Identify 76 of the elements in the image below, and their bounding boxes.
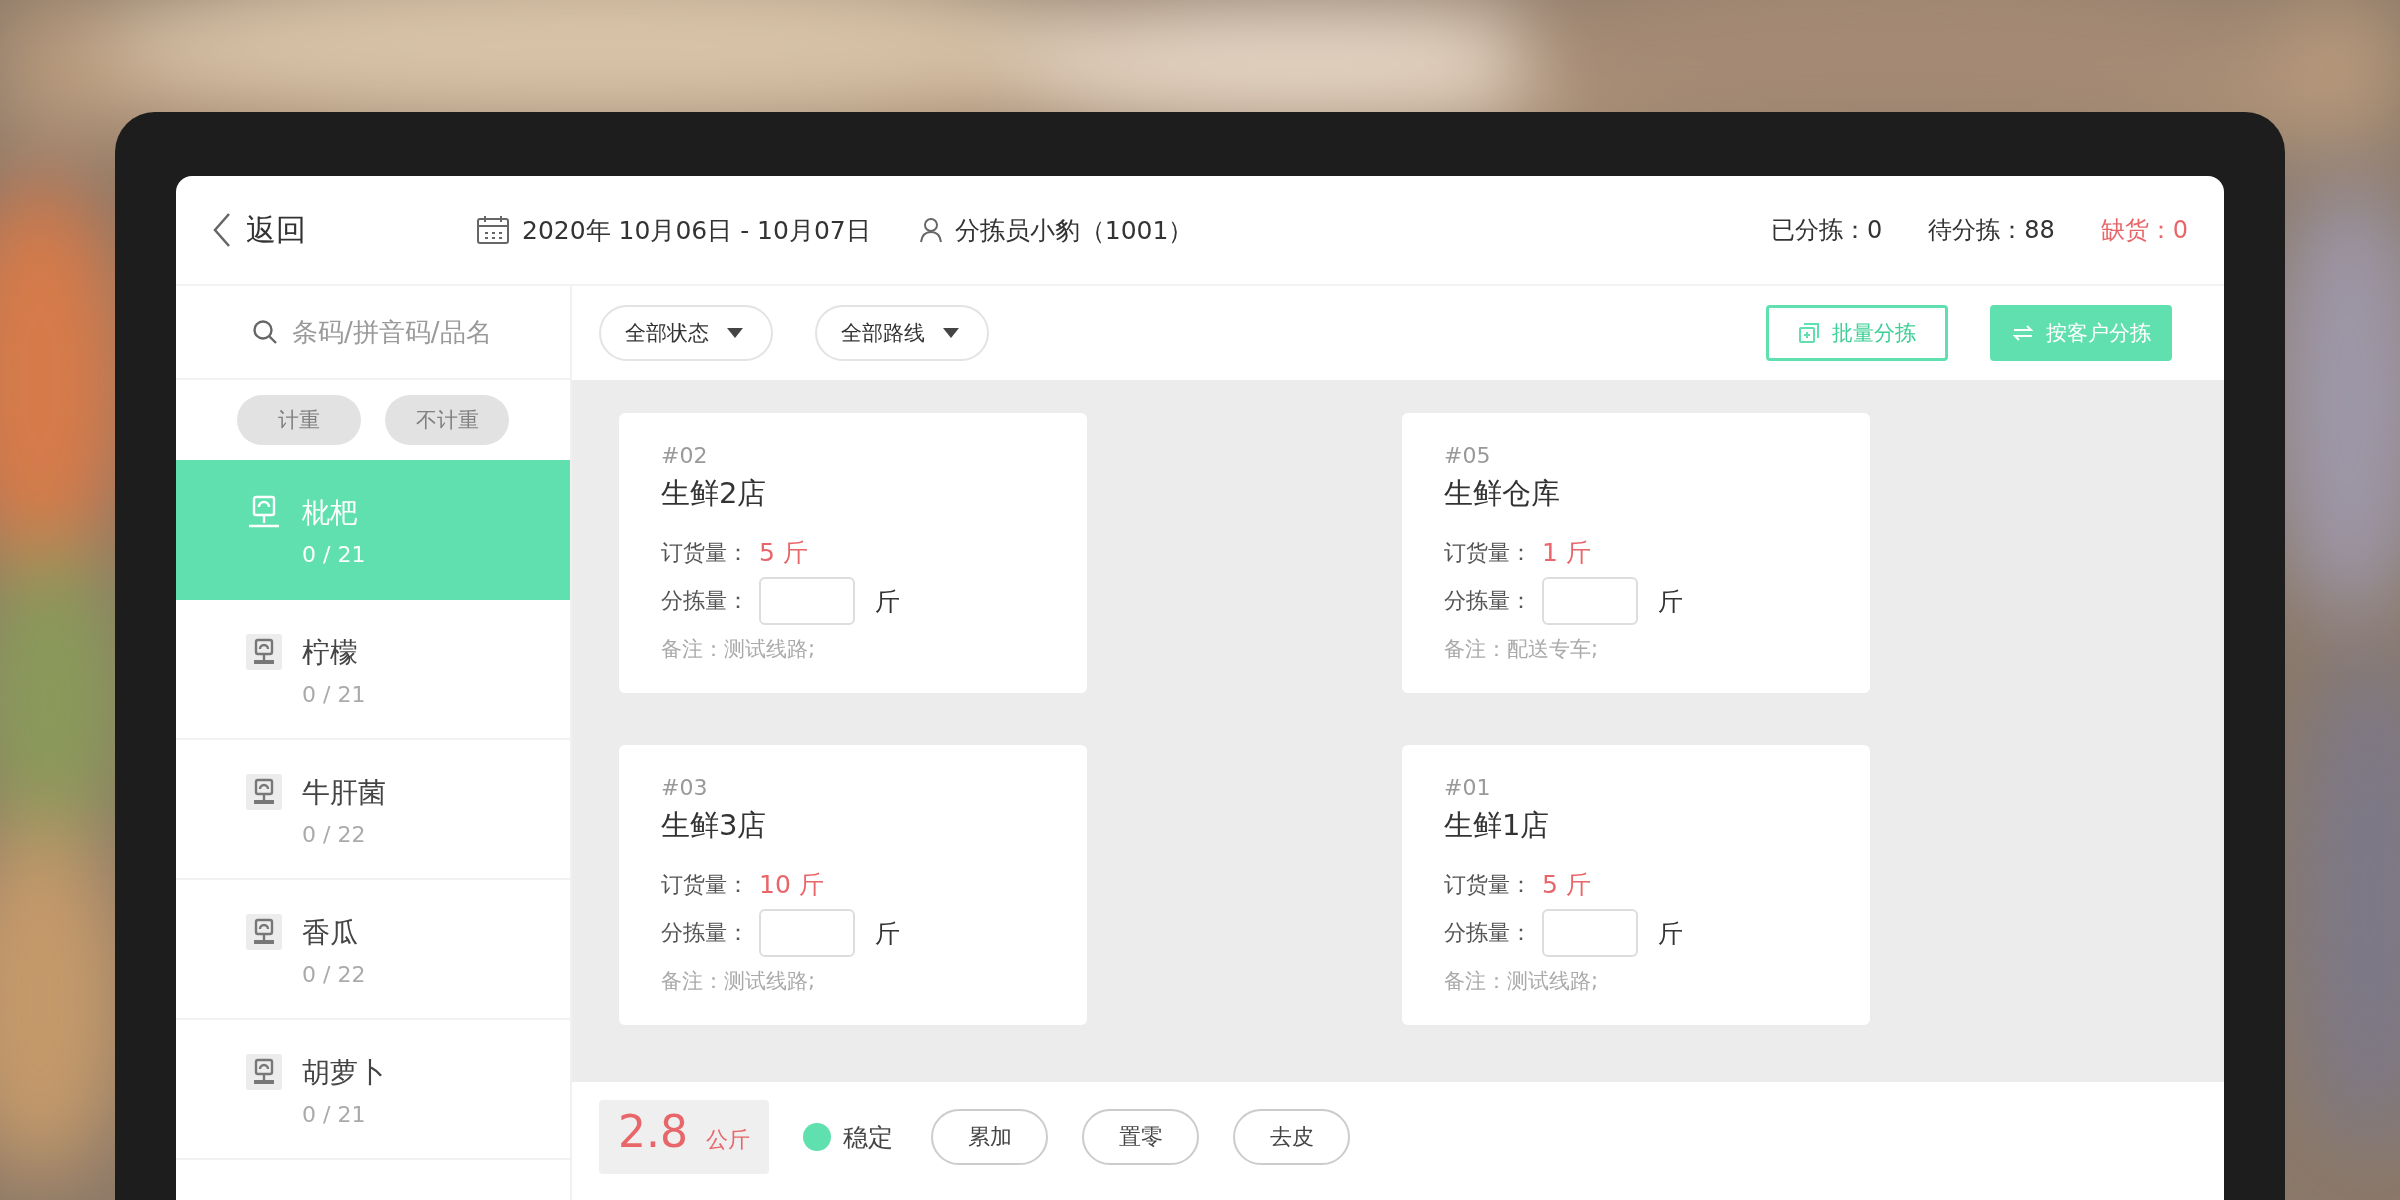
scale-button[interactable]: 累加	[931, 1109, 1048, 1165]
product-progress: 0 / 21	[302, 682, 366, 707]
scale-icon	[246, 634, 282, 670]
product-name: 胡萝卜	[302, 1055, 386, 1091]
weight-unit: 公斤	[706, 1126, 750, 1154]
quantity-field[interactable]	[759, 909, 855, 957]
date-range[interactable]: 2020年 10月06日 - 10月07日	[522, 213, 871, 247]
unit-label: 斤	[1658, 585, 1683, 618]
unit-label: 斤	[875, 585, 900, 618]
stat-label: 缺货：0	[2100, 215, 2188, 246]
product-name: 枇杷	[302, 495, 359, 531]
product-item[interactable]: 牛肝菌 0 / 22	[176, 740, 570, 880]
product-name: 香瓜	[302, 915, 359, 951]
field-label: 分拣量：	[1444, 919, 1532, 947]
weight-reading: 2.8	[618, 1106, 688, 1157]
order-number: #03	[661, 775, 709, 800]
field-label: 分拣量：	[1444, 587, 1532, 615]
caret-icon	[943, 328, 959, 338]
order-note: 备注：测试线路;	[661, 968, 817, 995]
quantity-field[interactable]	[759, 577, 855, 625]
scale-button[interactable]: 去皮	[1233, 1109, 1350, 1165]
order-note: 备注：测试线路;	[1444, 968, 1600, 995]
stat-label: 已分拣：0	[1770, 215, 1883, 246]
field-label: 订货量：	[1444, 870, 1532, 899]
customer-name: 生鲜1店	[1444, 807, 1551, 844]
order-card[interactable]: #02 生鲜2店 订货量： 5 斤 分拣量： 斤 备注：测试线路;	[619, 413, 1087, 693]
order-quantity: 1 斤	[1542, 537, 1591, 569]
customer-name: 生鲜仓库	[1444, 475, 1561, 512]
order-note: 备注：配送专车;	[1444, 636, 1600, 663]
back-icon	[212, 212, 232, 248]
product-name: 柠檬	[302, 635, 359, 671]
product-item[interactable]: 胡萝卜 0 / 21	[176, 1020, 570, 1160]
quantity-field[interactable]	[1542, 577, 1638, 625]
product-progress: 0 / 21	[302, 1102, 367, 1127]
order-number: #02	[661, 443, 709, 468]
field-label: 订货量：	[1444, 538, 1532, 567]
product-item[interactable]: 香瓜 0 / 22	[176, 880, 570, 1020]
person-icon	[918, 217, 943, 243]
picker-name: 分拣员小豹（1001）	[954, 214, 1194, 247]
scale-icon	[246, 494, 282, 530]
copy-plus-icon	[1798, 322, 1820, 344]
search-icon	[252, 319, 278, 345]
product-progress: 0 / 21	[302, 542, 366, 567]
field-label: 订货量：	[661, 870, 749, 899]
order-note: 备注：测试线路;	[661, 636, 817, 663]
scale-button[interactable]: 置零	[1082, 1109, 1199, 1165]
order-quantity: 5 斤	[1542, 869, 1591, 901]
filter-dropdown[interactable]: 全部路线	[815, 305, 989, 361]
quantity-field[interactable]	[1542, 909, 1638, 957]
order-card[interactable]: #01 生鲜1店 订货量： 5 斤 分拣量： 斤 备注：测试线路;	[1402, 745, 1870, 1025]
order-number: #01	[1444, 775, 1492, 800]
unit-label: 斤	[875, 917, 900, 950]
filter-dropdown[interactable]: 全部状态	[599, 305, 773, 361]
order-quantity: 5 斤	[759, 537, 808, 569]
product-progress: 0 / 22	[302, 962, 366, 987]
scale-icon	[246, 774, 282, 810]
unit-label: 斤	[1658, 917, 1683, 950]
stat-label: 待分拣：88	[1928, 215, 2055, 246]
order-number: #05	[1444, 443, 1492, 468]
status-label: 稳定	[843, 1121, 893, 1154]
calendar-icon	[476, 215, 510, 245]
customer-name: 生鲜3店	[661, 807, 768, 844]
order-card[interactable]: #03 生鲜3店 订货量： 10 斤 分拣量： 斤 备注：测试线路;	[619, 745, 1087, 1025]
scale-icon	[246, 1054, 282, 1090]
product-progress: 0 / 22	[302, 822, 367, 847]
back-button[interactable]: 返回	[212, 209, 306, 251]
field-label: 分拣量：	[661, 919, 749, 947]
caret-icon	[727, 328, 743, 338]
field-label: 订货量：	[661, 538, 749, 567]
field-label: 分拣量：	[661, 587, 749, 615]
product-item[interactable]: 柠檬 0 / 21	[176, 600, 570, 740]
order-quantity: 10 斤	[759, 869, 824, 901]
product-name: 牛肝菌	[302, 775, 386, 811]
order-card[interactable]: #05 生鲜仓库 订货量： 1 斤 分拣量： 斤 备注：配送专车;	[1402, 413, 1870, 693]
customer-name: 生鲜2店	[661, 475, 768, 512]
scale-icon	[246, 914, 282, 950]
